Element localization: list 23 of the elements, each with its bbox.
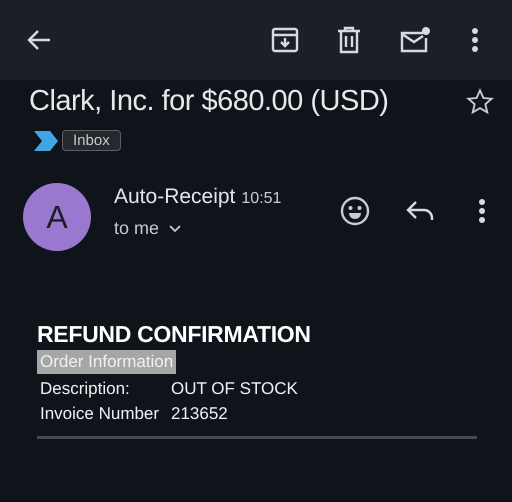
- field-value: 213652: [171, 404, 228, 424]
- field-label: Description:: [39, 379, 131, 399]
- body-heading: REFUND CONFIRMATION: [37, 321, 312, 348]
- delete-icon[interactable]: [337, 26, 361, 54]
- section-heading: Order Information: [37, 350, 176, 374]
- more-icon[interactable]: [471, 27, 479, 53]
- back-icon[interactable]: [26, 29, 52, 51]
- more-icon[interactable]: [478, 198, 486, 224]
- importance-marker-icon: [34, 130, 58, 150]
- field-label: Invoice Number: [39, 404, 160, 424]
- reply-icon[interactable]: [406, 200, 434, 222]
- star-icon[interactable]: [466, 88, 494, 116]
- email-subject: Clark, Inc. for $680.00 (USD): [29, 85, 388, 118]
- mail-icon[interactable]: [399, 26, 431, 54]
- recipient-text: to me: [114, 218, 160, 239]
- field-value: OUT OF STOCK: [171, 379, 298, 399]
- avatar: A: [23, 183, 91, 251]
- chevron-down-icon[interactable]: [169, 224, 182, 232]
- sender-name: Auto-Receipt: [114, 185, 236, 209]
- emoji-icon[interactable]: [340, 196, 370, 226]
- label-chip[interactable]: Inbox: [62, 130, 121, 151]
- sent-time: 10:51: [241, 190, 282, 208]
- archive-icon[interactable]: [271, 26, 299, 54]
